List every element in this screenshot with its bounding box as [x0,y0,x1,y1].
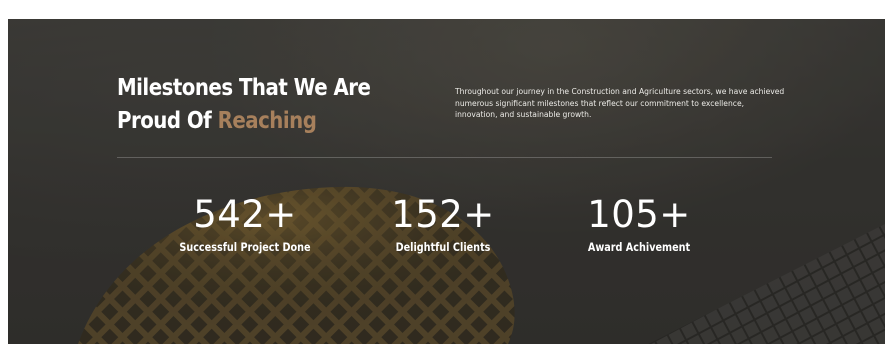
stat-award-achievement: 105+ Award Achivement [539,193,739,255]
intro-paragraph: Throughout our journey in the Constructi… [455,87,785,119]
dark-overlay [8,19,885,344]
stat-value: 152+ [391,193,495,236]
stat-value: 542+ [193,193,297,236]
stat-label: Award Achivement [587,240,691,254]
stat-label: Successful Project Done [179,240,311,254]
divider [117,157,772,158]
stat-delightful-clients: 152+ Delightful Clients [343,193,543,255]
milestones-section [8,19,885,344]
stat-label: Delightful Clients [395,240,491,254]
heading-accent-text: Reaching [217,108,317,134]
stat-value: 105+ [587,193,691,236]
section-heading: Milestones That We Are Proud Of Reaching [117,72,401,138]
stat-successful-projects: 542+ Successful Project Done [145,193,345,255]
